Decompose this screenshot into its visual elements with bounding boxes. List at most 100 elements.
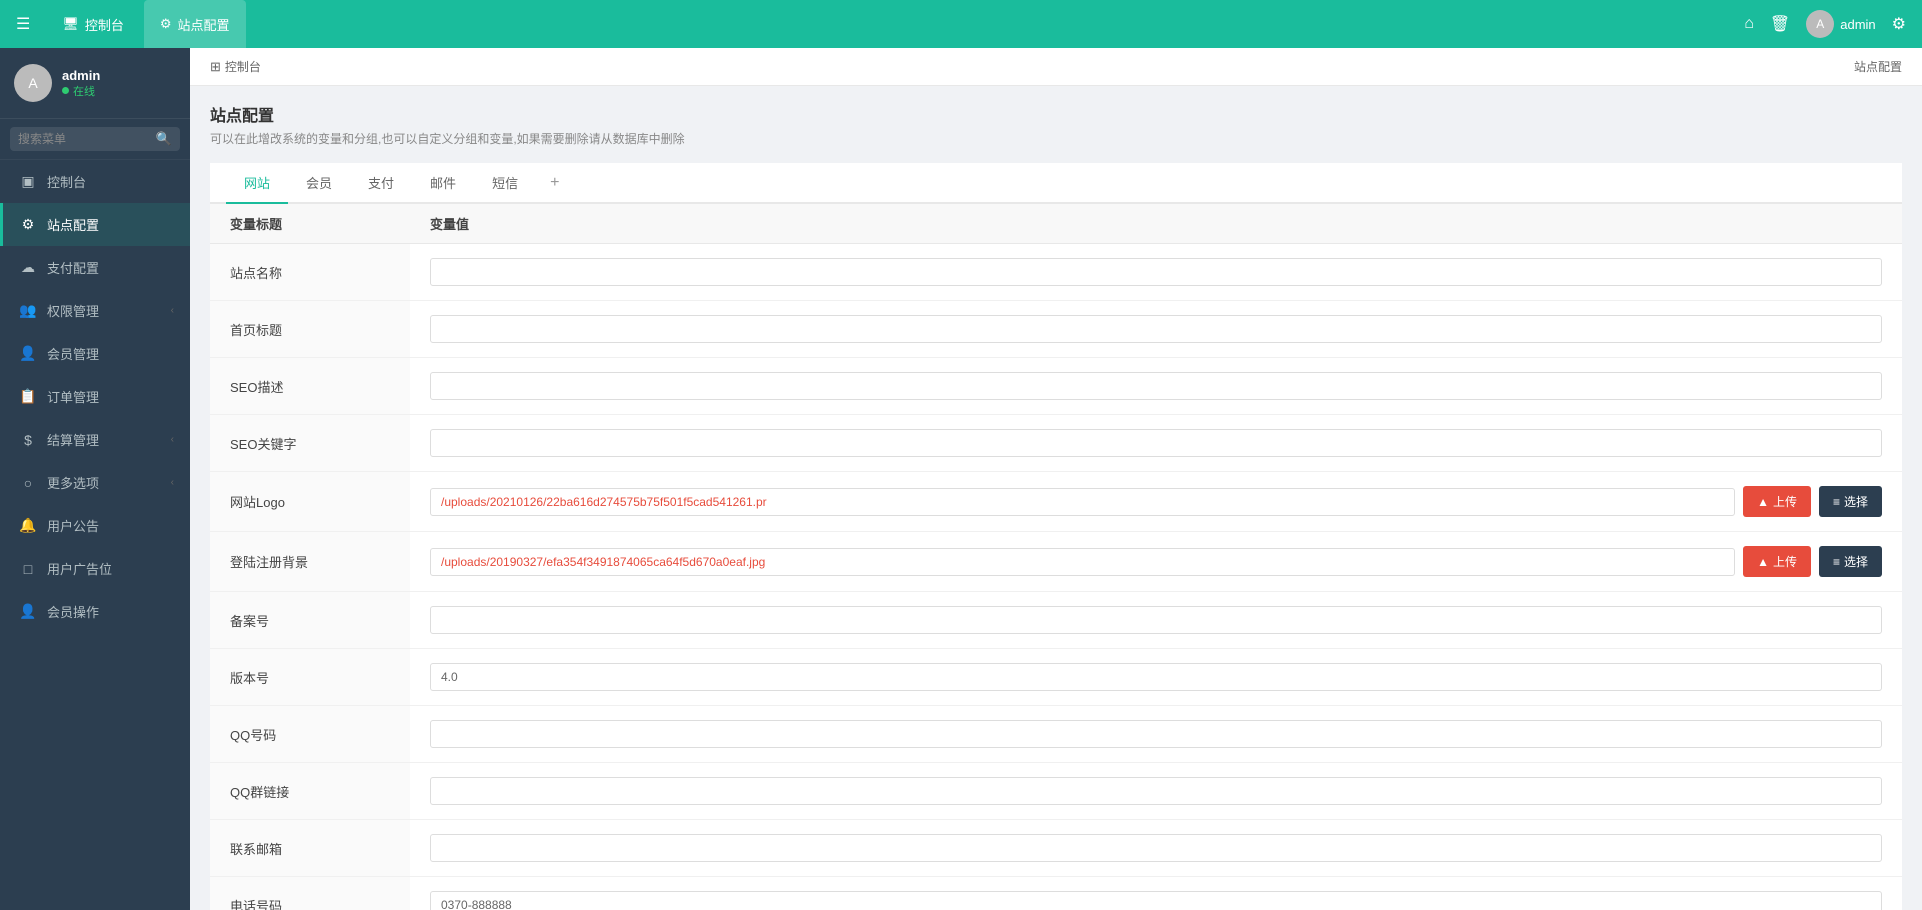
auth-menu-icon: 👥 xyxy=(19,302,37,319)
page-subtitle: 可以在此增改系统的变量和分组,也可以自定义分组和变量,如果需要删除请从数据库中删… xyxy=(210,130,1902,147)
table-row: 联系邮箱 xyxy=(210,820,1902,877)
sidebar-item-console-left: ▣ 控制台 xyxy=(19,172,86,191)
table-row: 登陆注册背景 ▲ 上传 ≡ 选择 xyxy=(210,532,1902,592)
admin-area[interactable]: A admin xyxy=(1806,10,1875,38)
tab-console-label: 控制台 xyxy=(85,15,124,34)
row-label-home-title: 首页标题 xyxy=(210,301,410,358)
table-row: 网站Logo ▲ 上传 ≡ 选择 xyxy=(210,472,1902,532)
row-label-site-logo: 网站Logo xyxy=(210,472,410,532)
table-row: 版本号 xyxy=(210,649,1902,706)
sidebar-item-member-left: 👤 会员管理 xyxy=(19,344,99,363)
more-chevron-icon: ‹ xyxy=(171,477,174,488)
table-row: QQ号码 xyxy=(210,706,1902,763)
sidebar-item-notice-label: 用户公告 xyxy=(47,516,99,535)
sidebar-menu: ▣ 控制台 ⚙ 站点配置 ☁ 支付配置 👥 权限管理 xyxy=(0,160,190,910)
sidebar-item-order[interactable]: 📋 订单管理 xyxy=(0,375,190,418)
sidebar-item-more[interactable]: ○ 更多选项 ‹ xyxy=(0,461,190,504)
page-title: 站点配置 xyxy=(210,102,1902,126)
table-row: 备案号 xyxy=(210,592,1902,649)
qq-group-input[interactable] xyxy=(430,777,1882,805)
login-bg-select-button[interactable]: ≡ 选择 xyxy=(1819,546,1882,577)
user-info: admin 在线 xyxy=(62,68,100,99)
row-value-login-bg: ▲ 上传 ≡ 选择 xyxy=(410,532,1902,592)
page-content: 站点配置 可以在此增改系统的变量和分组,也可以自定义分组和变量,如果需要删除请从… xyxy=(190,86,1922,910)
sidebar-item-finance-left: $ 结算管理 xyxy=(19,430,99,449)
tab-add-button[interactable]: + xyxy=(536,164,573,202)
phone-input[interactable] xyxy=(430,891,1882,910)
settings-icon[interactable]: ⚙ xyxy=(1892,14,1906,34)
tab-console[interactable]: 🖥 控制台 xyxy=(46,0,140,48)
tab-pay[interactable]: 支付 xyxy=(350,163,412,204)
home-icon[interactable]: ⌂ xyxy=(1744,15,1754,33)
sidebar-item-notice-left: 🔔 用户公告 xyxy=(19,516,99,535)
version-input[interactable] xyxy=(430,663,1882,691)
qq-input[interactable] xyxy=(430,720,1882,748)
site-logo-select-button[interactable]: ≡ 选择 xyxy=(1819,486,1882,517)
siteconfig-icon: ⚙ xyxy=(160,16,172,32)
site-name-input[interactable] xyxy=(430,258,1882,286)
email-input[interactable] xyxy=(430,834,1882,862)
select-label2: 选择 xyxy=(1844,553,1868,570)
sidebar-item-siteconfig-label: 站点配置 xyxy=(47,215,99,234)
tab-mail[interactable]: 邮件 xyxy=(412,163,474,204)
table-header-row: 变量标题 变量值 xyxy=(210,204,1902,244)
home-title-input[interactable] xyxy=(430,315,1882,343)
select-icon2: ≡ xyxy=(1833,555,1840,569)
site-logo-upload-button[interactable]: ▲ 上传 xyxy=(1743,486,1811,517)
sidebar-item-more-left: ○ 更多选项 xyxy=(19,473,99,492)
top-nav-tabs: 🖥 控制台 ⚙ 站点配置 xyxy=(46,0,245,48)
sidebar-item-adslot-left: □ 用户广告位 xyxy=(19,559,112,578)
breadcrumb-right: 站点配置 xyxy=(1854,58,1902,75)
row-label-record: 备案号 xyxy=(210,592,410,649)
sidebar-item-auth[interactable]: 👥 权限管理 ‹ xyxy=(0,289,190,332)
site-logo-input[interactable] xyxy=(430,488,1735,516)
tab-website[interactable]: 网站 xyxy=(226,163,288,204)
sidebar-item-adslot-label: 用户广告位 xyxy=(47,559,112,578)
sidebar-item-memberop[interactable]: 👤 会员操作 xyxy=(0,590,190,633)
sidebar-item-finance[interactable]: $ 结算管理 ‹ xyxy=(0,418,190,461)
site-logo-file-row: ▲ 上传 ≡ 选择 xyxy=(430,486,1882,517)
sidebar-item-adslot[interactable]: □ 用户广告位 xyxy=(0,547,190,590)
search-icon[interactable]: 🔍 xyxy=(156,131,172,147)
sidebar-item-notice[interactable]: 🔔 用户公告 xyxy=(0,504,190,547)
tab-sms[interactable]: 短信 xyxy=(474,163,536,204)
sidebar-username: admin xyxy=(62,68,100,83)
login-bg-input[interactable] xyxy=(430,548,1735,576)
console-menu-icon: ▣ xyxy=(19,173,37,190)
sidebar-item-more-label: 更多选项 xyxy=(47,473,99,492)
siteconfig-menu-icon: ⚙ xyxy=(19,216,37,233)
top-nav-left: ☰ 🖥 控制台 ⚙ 站点配置 xyxy=(16,0,246,48)
sidebar-item-finance-label: 结算管理 xyxy=(47,430,99,449)
tab-member[interactable]: 会员 xyxy=(288,163,350,204)
search-input[interactable] xyxy=(18,132,156,146)
sidebar-item-console[interactable]: ▣ 控制台 xyxy=(0,160,190,203)
sidebar-item-order-label: 订单管理 xyxy=(47,387,99,406)
row-value-qq-group xyxy=(410,763,1902,820)
record-input[interactable] xyxy=(430,606,1882,634)
sidebar-item-member[interactable]: 👤 会员管理 xyxy=(0,332,190,375)
breadcrumb-bar: ⊞ 控制台 站点配置 xyxy=(190,48,1922,86)
breadcrumb-text: 控制台 xyxy=(225,58,261,75)
table-row: SEO描述 xyxy=(210,358,1902,415)
row-label-login-bg: 登陆注册背景 xyxy=(210,532,410,592)
adslot-menu-icon: □ xyxy=(19,561,37,577)
memberop-menu-icon: 👤 xyxy=(19,603,37,620)
sidebar-item-payconfig[interactable]: ☁ 支付配置 xyxy=(0,246,190,289)
tab-siteconfig[interactable]: ⚙ 站点配置 xyxy=(144,0,246,48)
hamburger-icon[interactable]: ☰ xyxy=(16,14,30,34)
sidebar-item-siteconfig[interactable]: ⚙ 站点配置 xyxy=(0,203,190,246)
upload-icon: ▲ xyxy=(1757,495,1769,509)
row-label-version: 版本号 xyxy=(210,649,410,706)
sidebar-item-auth-label: 权限管理 xyxy=(47,301,99,320)
seo-desc-input[interactable] xyxy=(430,372,1882,400)
table-row: 首页标题 xyxy=(210,301,1902,358)
table-row: SEO关键字 xyxy=(210,415,1902,472)
row-label-email: 联系邮箱 xyxy=(210,820,410,877)
trash-icon[interactable]: 🗑 xyxy=(1770,14,1790,34)
more-menu-icon: ○ xyxy=(19,475,37,491)
sidebar-item-console-label: 控制台 xyxy=(47,172,86,191)
login-bg-upload-button[interactable]: ▲ 上传 xyxy=(1743,546,1811,577)
seo-keyword-input[interactable] xyxy=(430,429,1882,457)
sidebar-item-member-label: 会员管理 xyxy=(47,344,99,363)
row-value-phone xyxy=(410,877,1902,910)
